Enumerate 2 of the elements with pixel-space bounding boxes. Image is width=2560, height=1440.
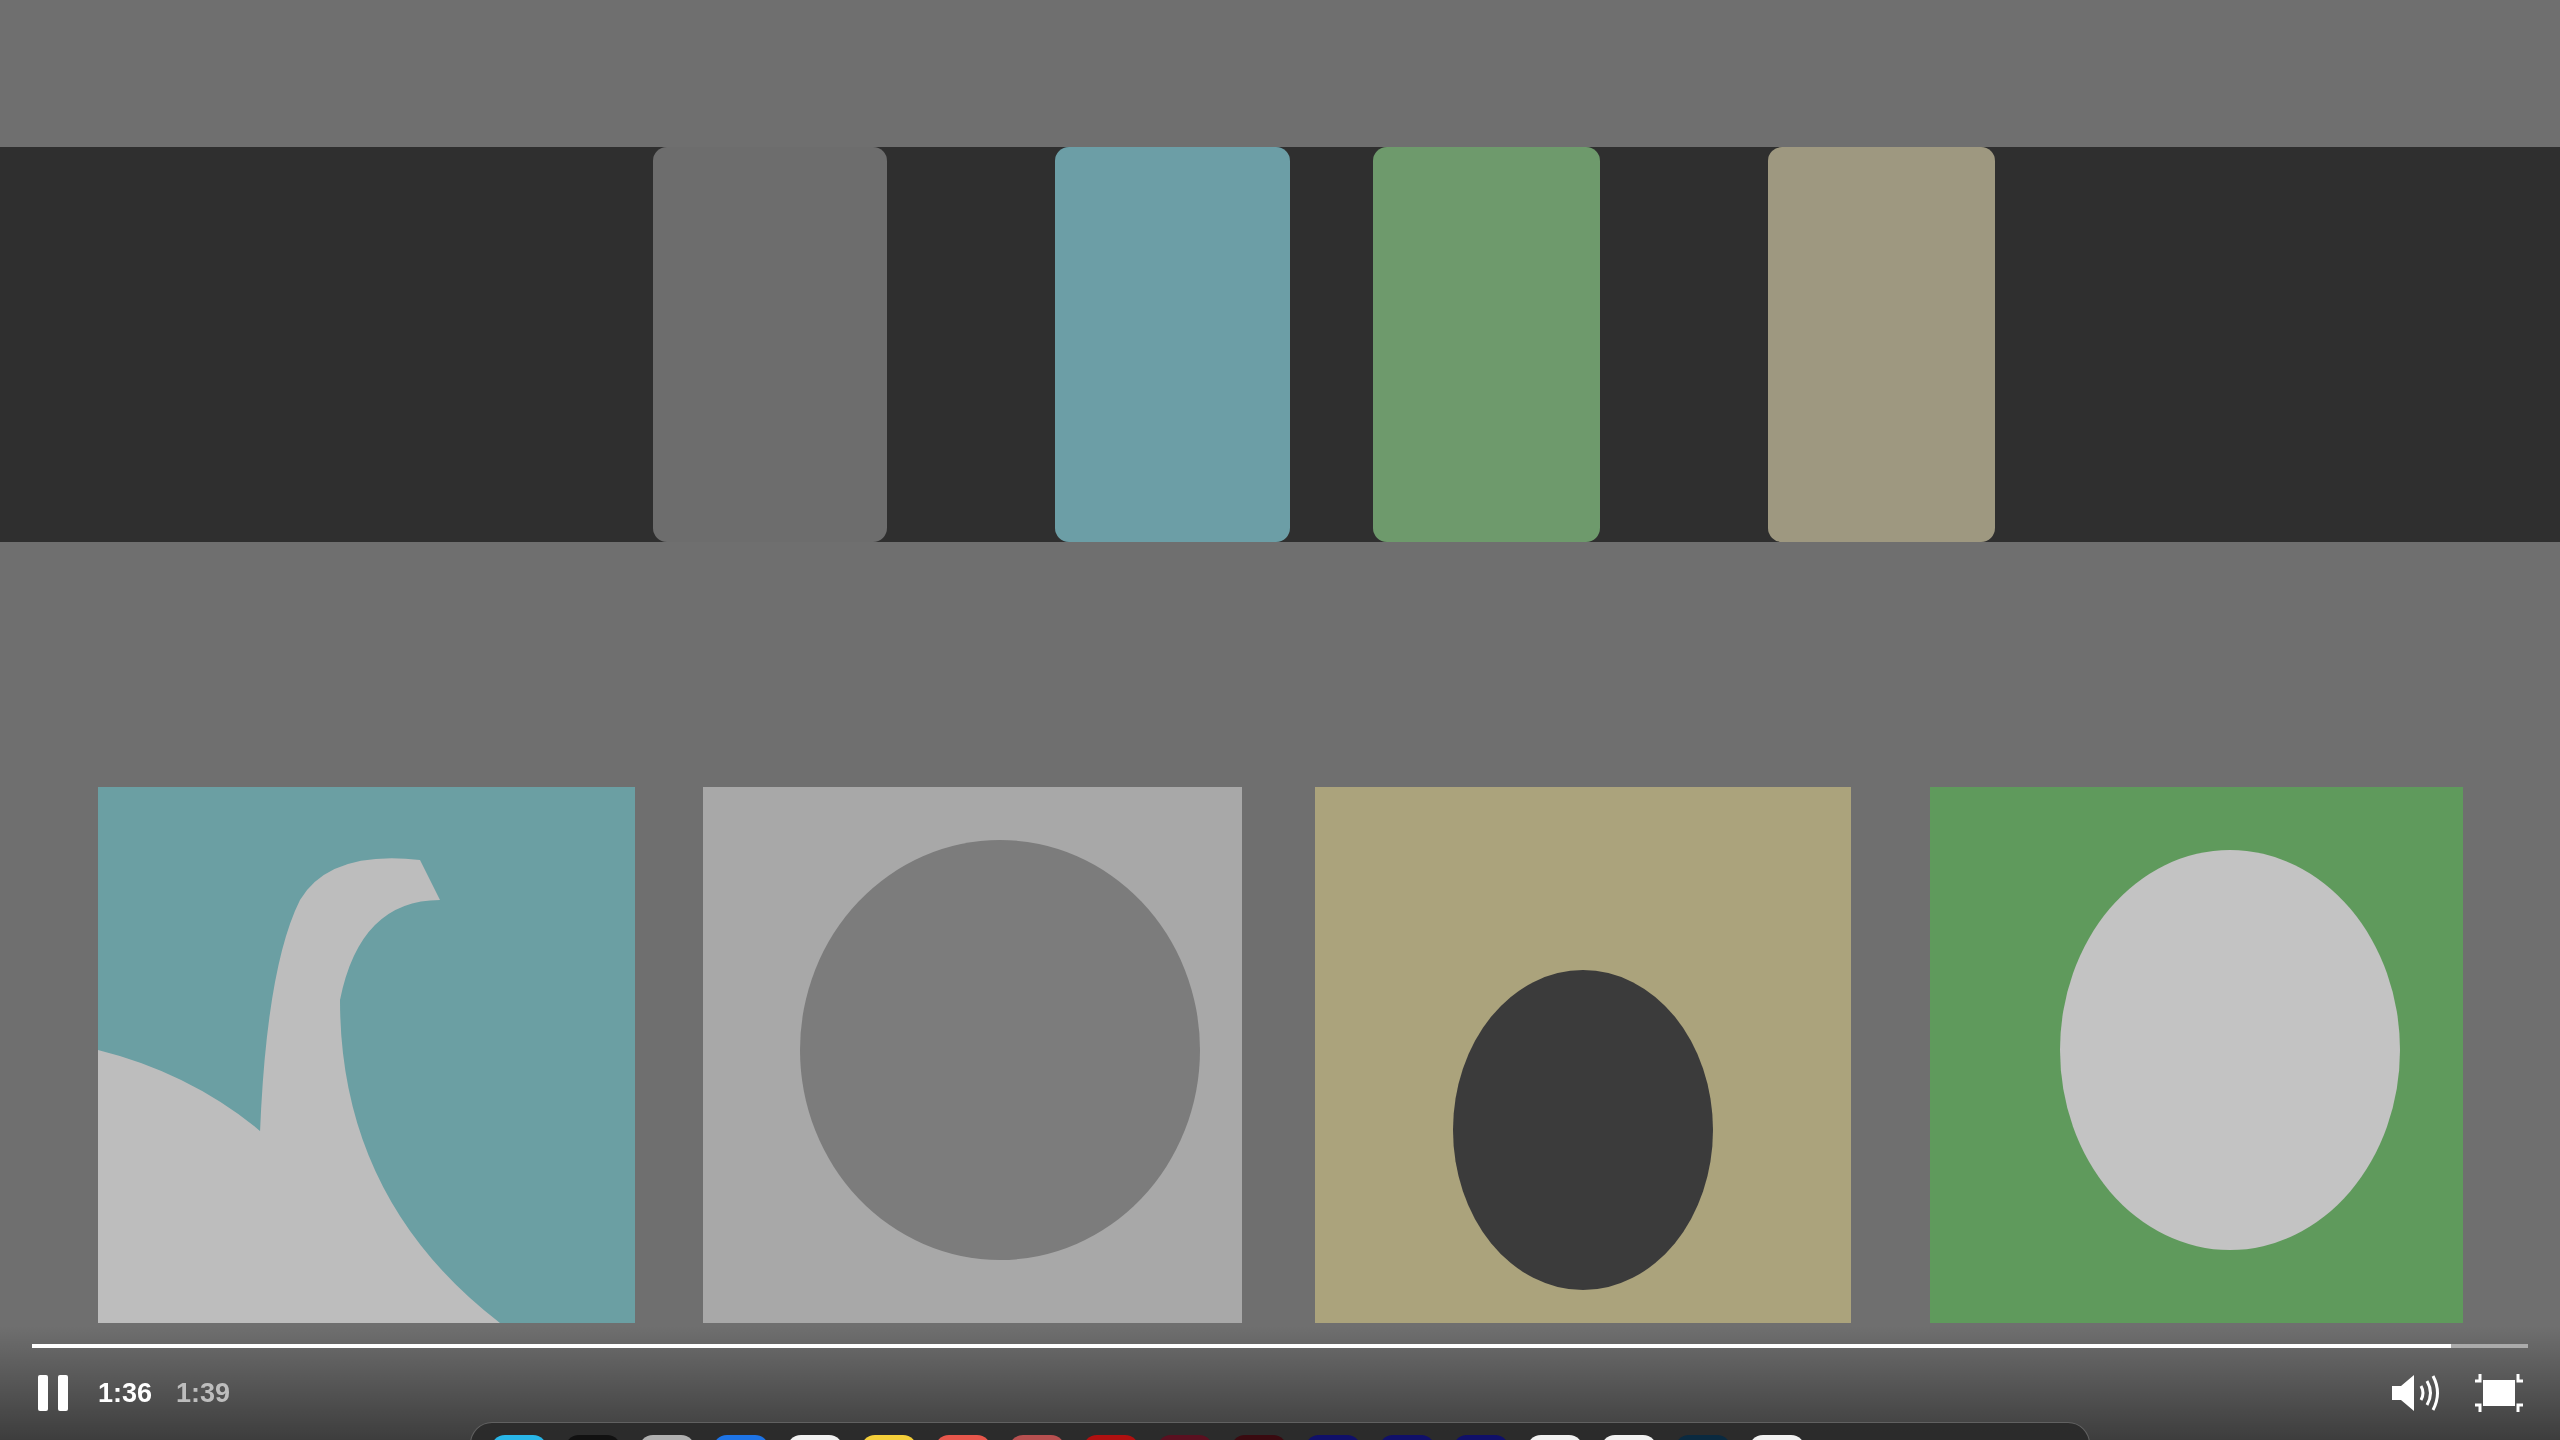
duration: 1:39	[176, 1377, 231, 1409]
current-time: 1:36	[98, 1377, 153, 1409]
